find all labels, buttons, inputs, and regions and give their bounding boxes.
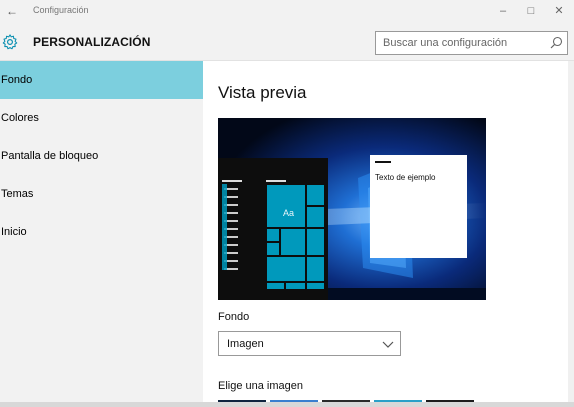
sidebar-item-colores[interactable]: Colores <box>0 99 203 137</box>
page-header: PERSONALIZACIÓN Buscar una configuración <box>0 22 574 61</box>
preview-tile-text: Aa <box>283 208 295 218</box>
sidebar-item-label: Fondo <box>1 74 33 86</box>
window-title: Configuración <box>33 5 89 15</box>
maximize-button[interactable]: □ <box>516 2 546 20</box>
sidebar: Fondo Colores Pantalla de bloqueo Temas … <box>0 61 203 407</box>
search-icon[interactable] <box>548 35 564 51</box>
scrollbar[interactable] <box>568 61 574 407</box>
desktop-preview: Aa Texto de ejemplo <box>218 118 486 300</box>
search-input[interactable]: Buscar una configuración <box>375 31 568 55</box>
title-bar: ← Configuración – □ ✕ <box>0 0 574 22</box>
back-arrow-icon[interactable]: ← <box>6 3 22 19</box>
preview-heading: Vista previa <box>218 83 307 102</box>
sidebar-item-label: Temas <box>1 188 34 200</box>
gear-icon <box>2 34 18 50</box>
chevron-down-icon <box>382 341 394 348</box>
search-placeholder: Buscar una configuración <box>383 37 508 49</box>
page-title: PERSONALIZACIÓN <box>33 35 151 49</box>
sidebar-item-label: Colores <box>1 112 39 124</box>
background-type-value: Imagen <box>227 338 264 350</box>
background-label: Fondo <box>218 311 250 323</box>
sidebar-item-label: Pantalla de bloqueo <box>1 150 99 162</box>
main-content: Vista previa Aa Texto de ejemplo Fondo I… <box>203 61 574 407</box>
sidebar-item-label: Inicio <box>1 226 27 238</box>
desktop-preview-image <box>218 118 486 300</box>
sidebar-item-pantalla-de-bloqueo[interactable]: Pantalla de bloqueo <box>0 137 203 175</box>
sidebar-item-temas[interactable]: Temas <box>0 175 203 213</box>
background-type-select[interactable]: Imagen <box>218 331 401 356</box>
sidebar-item-fondo[interactable]: Fondo <box>0 61 203 99</box>
choose-image-label: Elige una imagen <box>218 380 304 392</box>
close-button[interactable]: ✕ <box>544 2 574 20</box>
sidebar-item-inicio[interactable]: Inicio <box>0 213 203 251</box>
window-bottom-border <box>0 402 574 407</box>
minimize-button[interactable]: – <box>488 2 518 20</box>
preview-sample-text: Texto de ejemplo <box>375 173 436 182</box>
